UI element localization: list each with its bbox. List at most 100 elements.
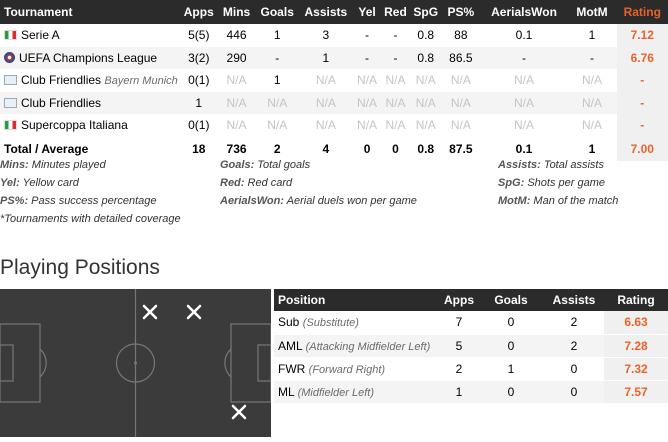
right-penalty-arc xyxy=(224,348,232,378)
col-pos-goals[interactable]: Goals xyxy=(478,289,544,311)
col-spg[interactable]: SpG xyxy=(410,0,441,24)
aerials-cell: - xyxy=(522,50,526,65)
position-goals-cell: 0 xyxy=(507,338,515,353)
col-tournament[interactable]: Tournament xyxy=(0,0,181,24)
position-code: FWR xyxy=(278,361,306,376)
position-marker-3 xyxy=(231,404,247,420)
assists-cell: 1 xyxy=(322,50,330,65)
tournament-link[interactable]: Club Friendlies xyxy=(21,96,101,110)
position-apps-cell: 2 xyxy=(455,361,463,376)
yel-cell: N/A xyxy=(357,118,378,133)
yel-cell: N/A xyxy=(357,73,378,88)
spg-cell: N/A xyxy=(415,95,436,110)
legend-motm: MotM: Man of the match xyxy=(498,195,619,207)
tournament-cell: Supercoppa Italiana xyxy=(0,114,181,137)
total-apps: 18 xyxy=(192,141,206,156)
rating-cell: - xyxy=(616,69,668,92)
total-assists: 4 xyxy=(322,141,330,156)
champions-league-icon xyxy=(4,51,15,63)
motm-cell: N/A xyxy=(581,73,602,88)
mins-cell: N/A xyxy=(226,95,247,110)
position-row: ML (Midfielder Left) 1 0 0 7.57 xyxy=(274,380,668,403)
left-penalty-arc xyxy=(39,348,47,378)
tournament-link[interactable]: Club Friendlies xyxy=(21,73,101,87)
position-cell: Sub (Substitute) xyxy=(274,311,440,334)
position-rating-cell: 7.57 xyxy=(604,380,668,403)
position-row: Sub (Substitute) 7 0 2 6.63 xyxy=(274,311,668,334)
tournament-cell: Serie A xyxy=(0,24,181,47)
tournament-link[interactable]: Supercoppa Italiana xyxy=(21,118,128,132)
ps-cell: N/A xyxy=(450,118,471,133)
tournament-table-header: Tournament Apps Mins Goals Assists Yel R… xyxy=(0,0,668,24)
spg-cell: N/A xyxy=(415,73,436,88)
col-pos-rating[interactable]: Rating xyxy=(604,289,668,311)
fifa-icon xyxy=(4,97,17,108)
position-apps-cell: 7 xyxy=(455,315,463,330)
rating-cell: - xyxy=(616,91,668,114)
tournament-cell: Club Friendlies xyxy=(0,92,181,115)
tournament-link[interactable]: UEFA Champions League xyxy=(19,51,157,65)
col-aerials[interactable]: AerialsWon xyxy=(481,0,568,24)
col-assists[interactable]: Assists xyxy=(298,0,353,24)
tournament-stats-table: Tournament Apps Mins Goals Assists Yel R… xyxy=(0,0,668,161)
col-mins[interactable]: Mins xyxy=(217,0,257,24)
col-goals[interactable]: Goals xyxy=(256,0,298,24)
total-rating: 7.00 xyxy=(616,136,668,161)
col-pos-apps[interactable]: Apps xyxy=(440,289,478,311)
col-pos-assists[interactable]: Assists xyxy=(544,289,604,311)
aerials-cell: N/A xyxy=(514,118,535,133)
col-red[interactable]: Red xyxy=(381,0,411,24)
rating-cell: 7.12 xyxy=(616,24,668,47)
total-goals: 2 xyxy=(273,141,281,156)
position-cell: AML (Attacking Midfielder Left) xyxy=(274,334,440,357)
pitch-svg xyxy=(0,289,272,437)
motm-cell: N/A xyxy=(581,95,602,110)
position-assists-cell: 2 xyxy=(570,315,578,330)
left-goal-area xyxy=(0,344,14,382)
tournament-link[interactable]: Serie A xyxy=(21,28,60,42)
col-rating[interactable]: Rating xyxy=(617,0,668,24)
legend-aerials: AerialsWon: Aerial duels won per game xyxy=(220,195,417,207)
assists-cell: N/A xyxy=(315,118,336,133)
italy-flag-icon xyxy=(4,30,17,41)
assists-cell: 3 xyxy=(322,28,330,43)
position-code: AML xyxy=(278,338,303,353)
goals-cell: N/A xyxy=(267,118,288,133)
total-yel: 0 xyxy=(363,141,371,156)
mins-cell: N/A xyxy=(226,73,247,88)
position-assists-cell: 0 xyxy=(570,361,578,376)
col-yel[interactable]: Yel xyxy=(354,0,381,24)
yel-cell: - xyxy=(365,28,370,43)
position-rating-cell: 6.63 xyxy=(604,311,668,334)
tournament-row: Club Friendlies 1 N/A N/A N/A N/A N/A N/A N/A N/A… xyxy=(0,91,668,115)
motm-cell: - xyxy=(589,50,594,65)
legend-yel: Yel: Yellow card xyxy=(0,177,79,189)
ps-cell: 88 xyxy=(454,28,468,43)
position-assists-cell: 0 xyxy=(570,384,578,399)
aerials-cell: N/A xyxy=(514,95,535,110)
assists-cell: N/A xyxy=(315,73,336,88)
yel-cell: N/A xyxy=(357,95,378,110)
position-rating-cell: 7.32 xyxy=(604,357,668,380)
total-aerials: 0.1 xyxy=(515,141,533,156)
playing-positions-table: Position Apps Goals Assists Rating Sub (… xyxy=(274,289,668,404)
assists-cell: N/A xyxy=(315,95,336,110)
goals-cell: 1 xyxy=(273,28,281,43)
red-cell: - xyxy=(393,50,398,65)
legend-goals: Goals: Total goals xyxy=(220,159,311,171)
col-motm[interactable]: MotM xyxy=(567,0,616,24)
apps-cell: 1 xyxy=(195,95,203,110)
total-red: 0 xyxy=(392,141,399,156)
tournament-row: Supercoppa Italiana 0(1) N/A N/A N/A N/A N/A N/… xyxy=(0,114,668,137)
tournament-note: Bayern Munich xyxy=(104,75,178,88)
col-ps[interactable]: PS% xyxy=(441,0,480,24)
legend-assists: Assists: Total assists xyxy=(498,159,604,171)
position-desc: (Attacking Midfielder Left) xyxy=(305,340,431,353)
apps-cell: 0(1) xyxy=(188,118,210,133)
total-row: Total / Average 18 736 2 4 0 0 0.8 87.5 … xyxy=(0,136,668,161)
col-apps[interactable]: Apps xyxy=(181,0,217,24)
position-goals-cell: 0 xyxy=(507,315,515,330)
col-position[interactable]: Position xyxy=(274,289,440,311)
tournament-cell: UEFA Champions League xyxy=(0,47,181,70)
yel-cell: - xyxy=(365,50,370,65)
